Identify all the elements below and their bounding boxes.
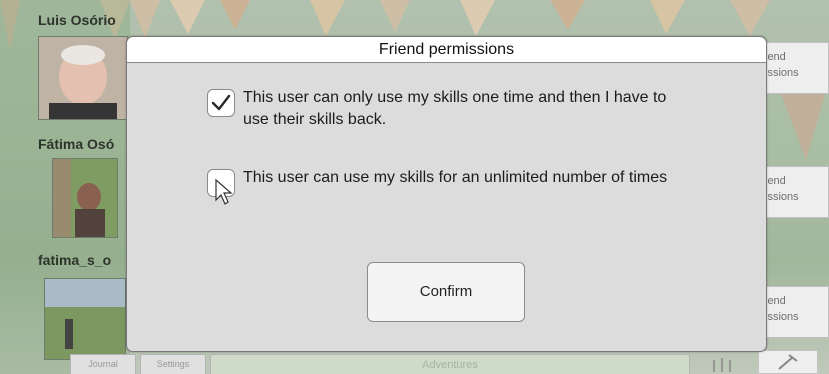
permission-option-one-time[interactable]: This user can only use my skills one tim… [207,87,687,139]
checkbox-one-time[interactable] [207,89,235,117]
dialog-title: Friend permissions [127,37,766,63]
option-label: This user can use my skills for an unlim… [243,169,668,186]
permission-option-unlimited[interactable]: This user can use my skills for an unlim… [207,167,687,219]
check-icon [211,94,231,111]
confirm-button[interactable]: Confirm [367,262,525,322]
mouse-pointer-icon [214,178,234,211]
option-label: This user can only use my skills one tim… [243,89,667,128]
